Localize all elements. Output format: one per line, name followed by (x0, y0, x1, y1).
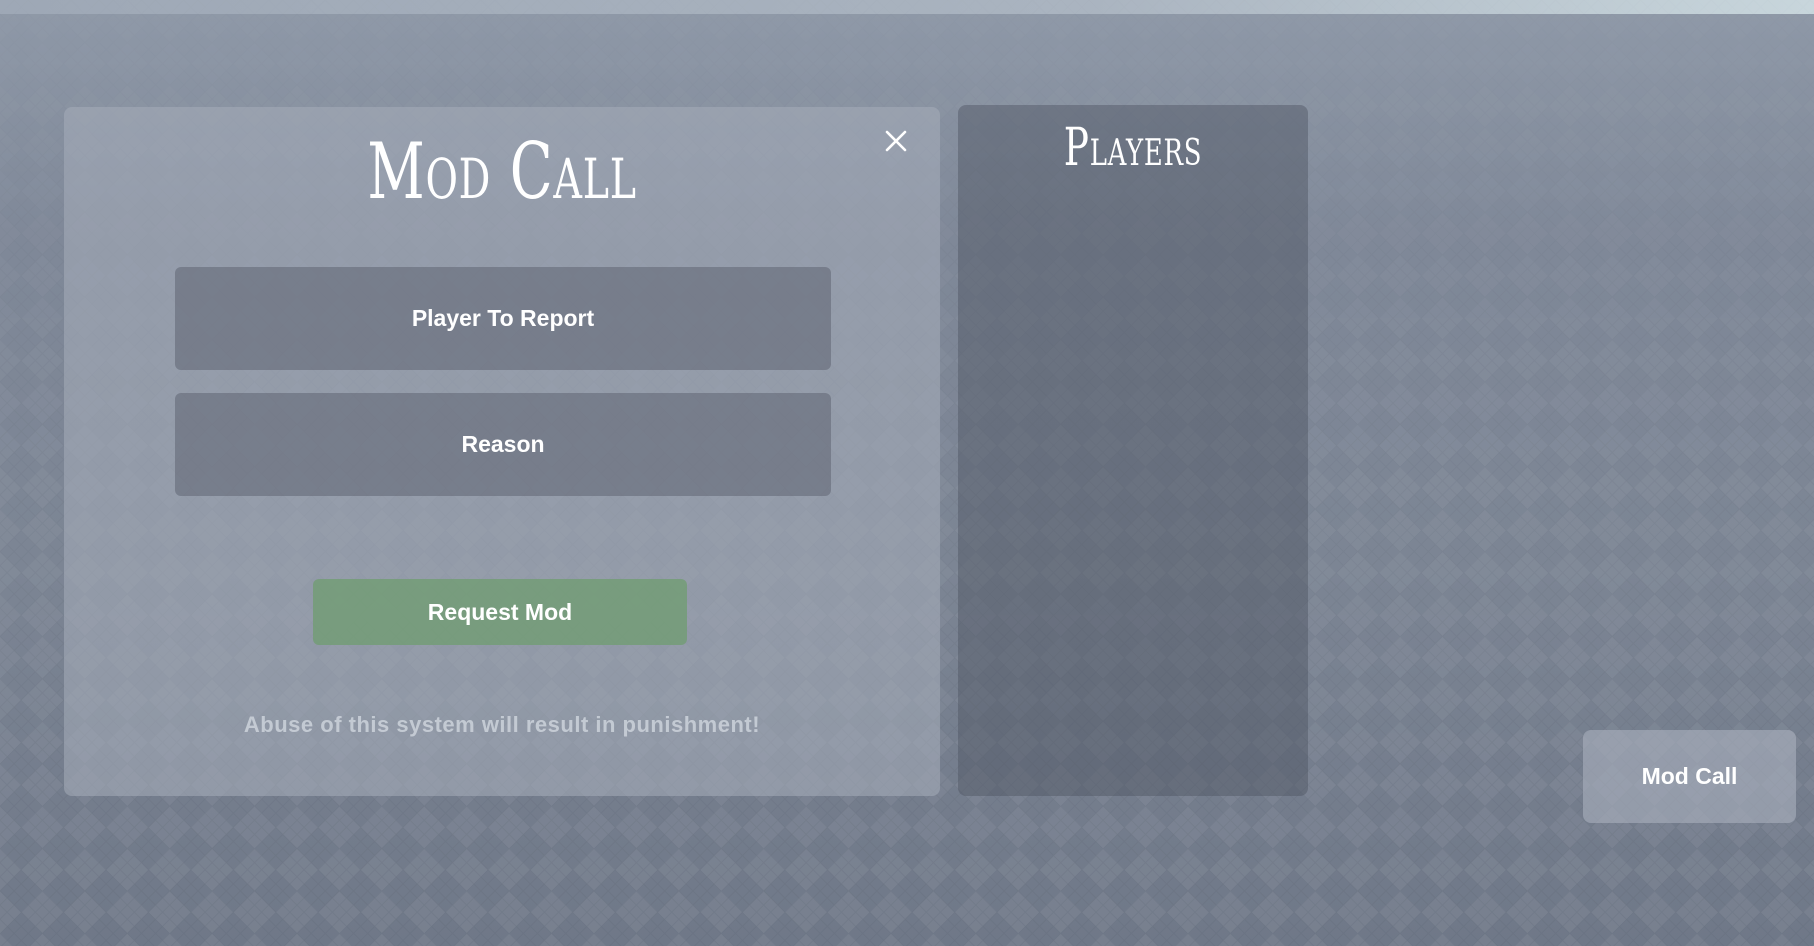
mod-call-panel: Mod Call Player To Report Reason Request… (64, 107, 940, 796)
game-viewport: Mod Call Player To Report Reason Request… (0, 0, 1814, 946)
mod-call-title: Mod Call (367, 127, 637, 217)
abuse-warning-text: Abuse of this system will result in puni… (243, 712, 761, 737)
players-title: Players (1063, 118, 1203, 178)
player-to-report-field[interactable]: Player To Report (175, 267, 831, 370)
reason-field[interactable]: Reason (175, 393, 831, 496)
request-mod-button[interactable]: Request Mod (313, 579, 687, 645)
close-icon (885, 130, 907, 152)
close-button[interactable] (876, 121, 916, 161)
mod-call-toggle-button[interactable]: Mod Call (1583, 730, 1796, 823)
players-panel: Players (958, 105, 1308, 796)
